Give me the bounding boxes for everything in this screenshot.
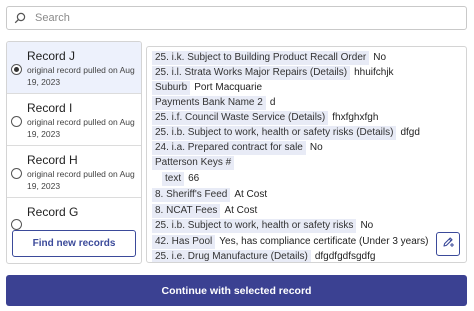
record-item-j[interactable]: Record J original record pulled on Aug 1… — [7, 42, 141, 94]
field-label: 24. i.a. Prepared contract for sale — [152, 141, 306, 155]
field-label: 25. i.b. Subject to work, health or safe… — [152, 126, 397, 140]
field-label: Payments Bank Name 2 — [152, 96, 266, 110]
edit-button[interactable] — [436, 232, 460, 256]
field-value: dfgd — [400, 127, 420, 138]
search-placeholder: Search — [35, 12, 70, 24]
radio-icon[interactable] — [11, 168, 22, 179]
field-label: 25. i.k. Subject to Building Product Rec… — [152, 51, 370, 65]
field-row: 25. i.e. Drug Manufacture (Details) dfgd… — [152, 250, 376, 262]
field-value: No — [360, 220, 374, 231]
field-label: 25. i.l. Strata Works Major Repairs (Det… — [152, 66, 351, 80]
radio-icon[interactable] — [11, 64, 22, 75]
search-input[interactable]: Search — [6, 6, 467, 30]
field-label: 42. Has Pool — [152, 235, 216, 249]
field-value: At Cost — [224, 205, 258, 216]
field-label: 25. i.f. Council Waste Service (Details) — [152, 111, 329, 125]
record-subtitle: 19, 2023 — [27, 77, 61, 87]
record-subtitle: original record pulled on Aug — [27, 117, 135, 127]
record-subtitle: original record pulled on Aug — [27, 65, 135, 75]
field-label: text — [162, 172, 185, 186]
radio-icon[interactable] — [11, 116, 22, 127]
field-value: fhxfghxfgh — [332, 112, 379, 123]
field-value: dfgdfgdfsgdfg — [314, 251, 376, 262]
field-row: 25. i.l. Strata Works Major Repairs (Det… — [152, 66, 394, 80]
field-value: At Cost — [234, 189, 268, 200]
radio-icon[interactable] — [11, 219, 22, 230]
field-row: 25. i.b. Subject to work, health or safe… — [152, 126, 420, 140]
field-label: 8. NCAT Fees — [152, 204, 221, 218]
field-row: Patterson Keys # — [152, 156, 238, 170]
field-value: d — [269, 97, 276, 108]
field-row: Suburb Port Macquarie — [152, 81, 262, 95]
find-new-records-button[interactable]: Find new records — [12, 230, 136, 257]
field-label: Patterson Keys # — [152, 156, 235, 170]
field-label: Suburb — [152, 81, 191, 95]
field-row: Payments Bank Name 2 d — [152, 96, 275, 110]
search-icon — [13, 11, 27, 25]
field-value: Port Macquarie — [194, 82, 263, 93]
field-label: 8. Sheriff's Feed — [152, 188, 231, 202]
record-title: Record J — [27, 49, 76, 63]
field-label: 25. i.b. Subject to work, health or safe… — [152, 219, 357, 233]
field-row: 25. i.b. Subject to work, health or safe… — [152, 219, 373, 233]
continue-button[interactable]: Continue with selected record — [6, 275, 467, 306]
field-value: 66 — [188, 173, 200, 184]
edit-pencil-icon — [441, 235, 455, 254]
record-details-panel: 25. i.k. Subject to Building Product Rec… — [146, 46, 467, 263]
record-item-i[interactable]: Record I original record pulled on Aug 1… — [7, 94, 141, 146]
field-row: 8. NCAT Fees At Cost — [152, 204, 257, 218]
field-row: 25. i.f. Council Waste Service (Details)… — [152, 111, 378, 125]
field-label: 25. i.e. Drug Manufacture (Details) — [152, 250, 311, 262]
record-subtitle: 19, 2023 — [27, 129, 61, 139]
field-value: No — [373, 52, 387, 63]
record-title: Record H — [27, 153, 78, 167]
field-row: text 66 — [162, 172, 199, 186]
field-row: 25. i.k. Subject to Building Product Rec… — [152, 51, 386, 65]
field-value: No — [309, 142, 323, 153]
record-title: Record I — [27, 101, 73, 115]
field-row: 24. i.a. Prepared contract for sale No — [152, 141, 323, 155]
field-row: 8. Sheriff's Feed At Cost — [152, 188, 267, 202]
field-row: 42. Has Pool Yes, has compliance certifi… — [152, 235, 428, 249]
record-title: Record G — [27, 205, 79, 219]
field-value: Yes, has compliance certificate (Under 3… — [219, 236, 429, 247]
field-value: hhuifchjk — [354, 67, 394, 78]
record-item-h[interactable]: Record H original record pulled on Aug 1… — [7, 146, 141, 198]
record-subtitle: 19, 2023 — [27, 181, 61, 191]
record-subtitle: original record pulled on Aug — [27, 169, 135, 179]
